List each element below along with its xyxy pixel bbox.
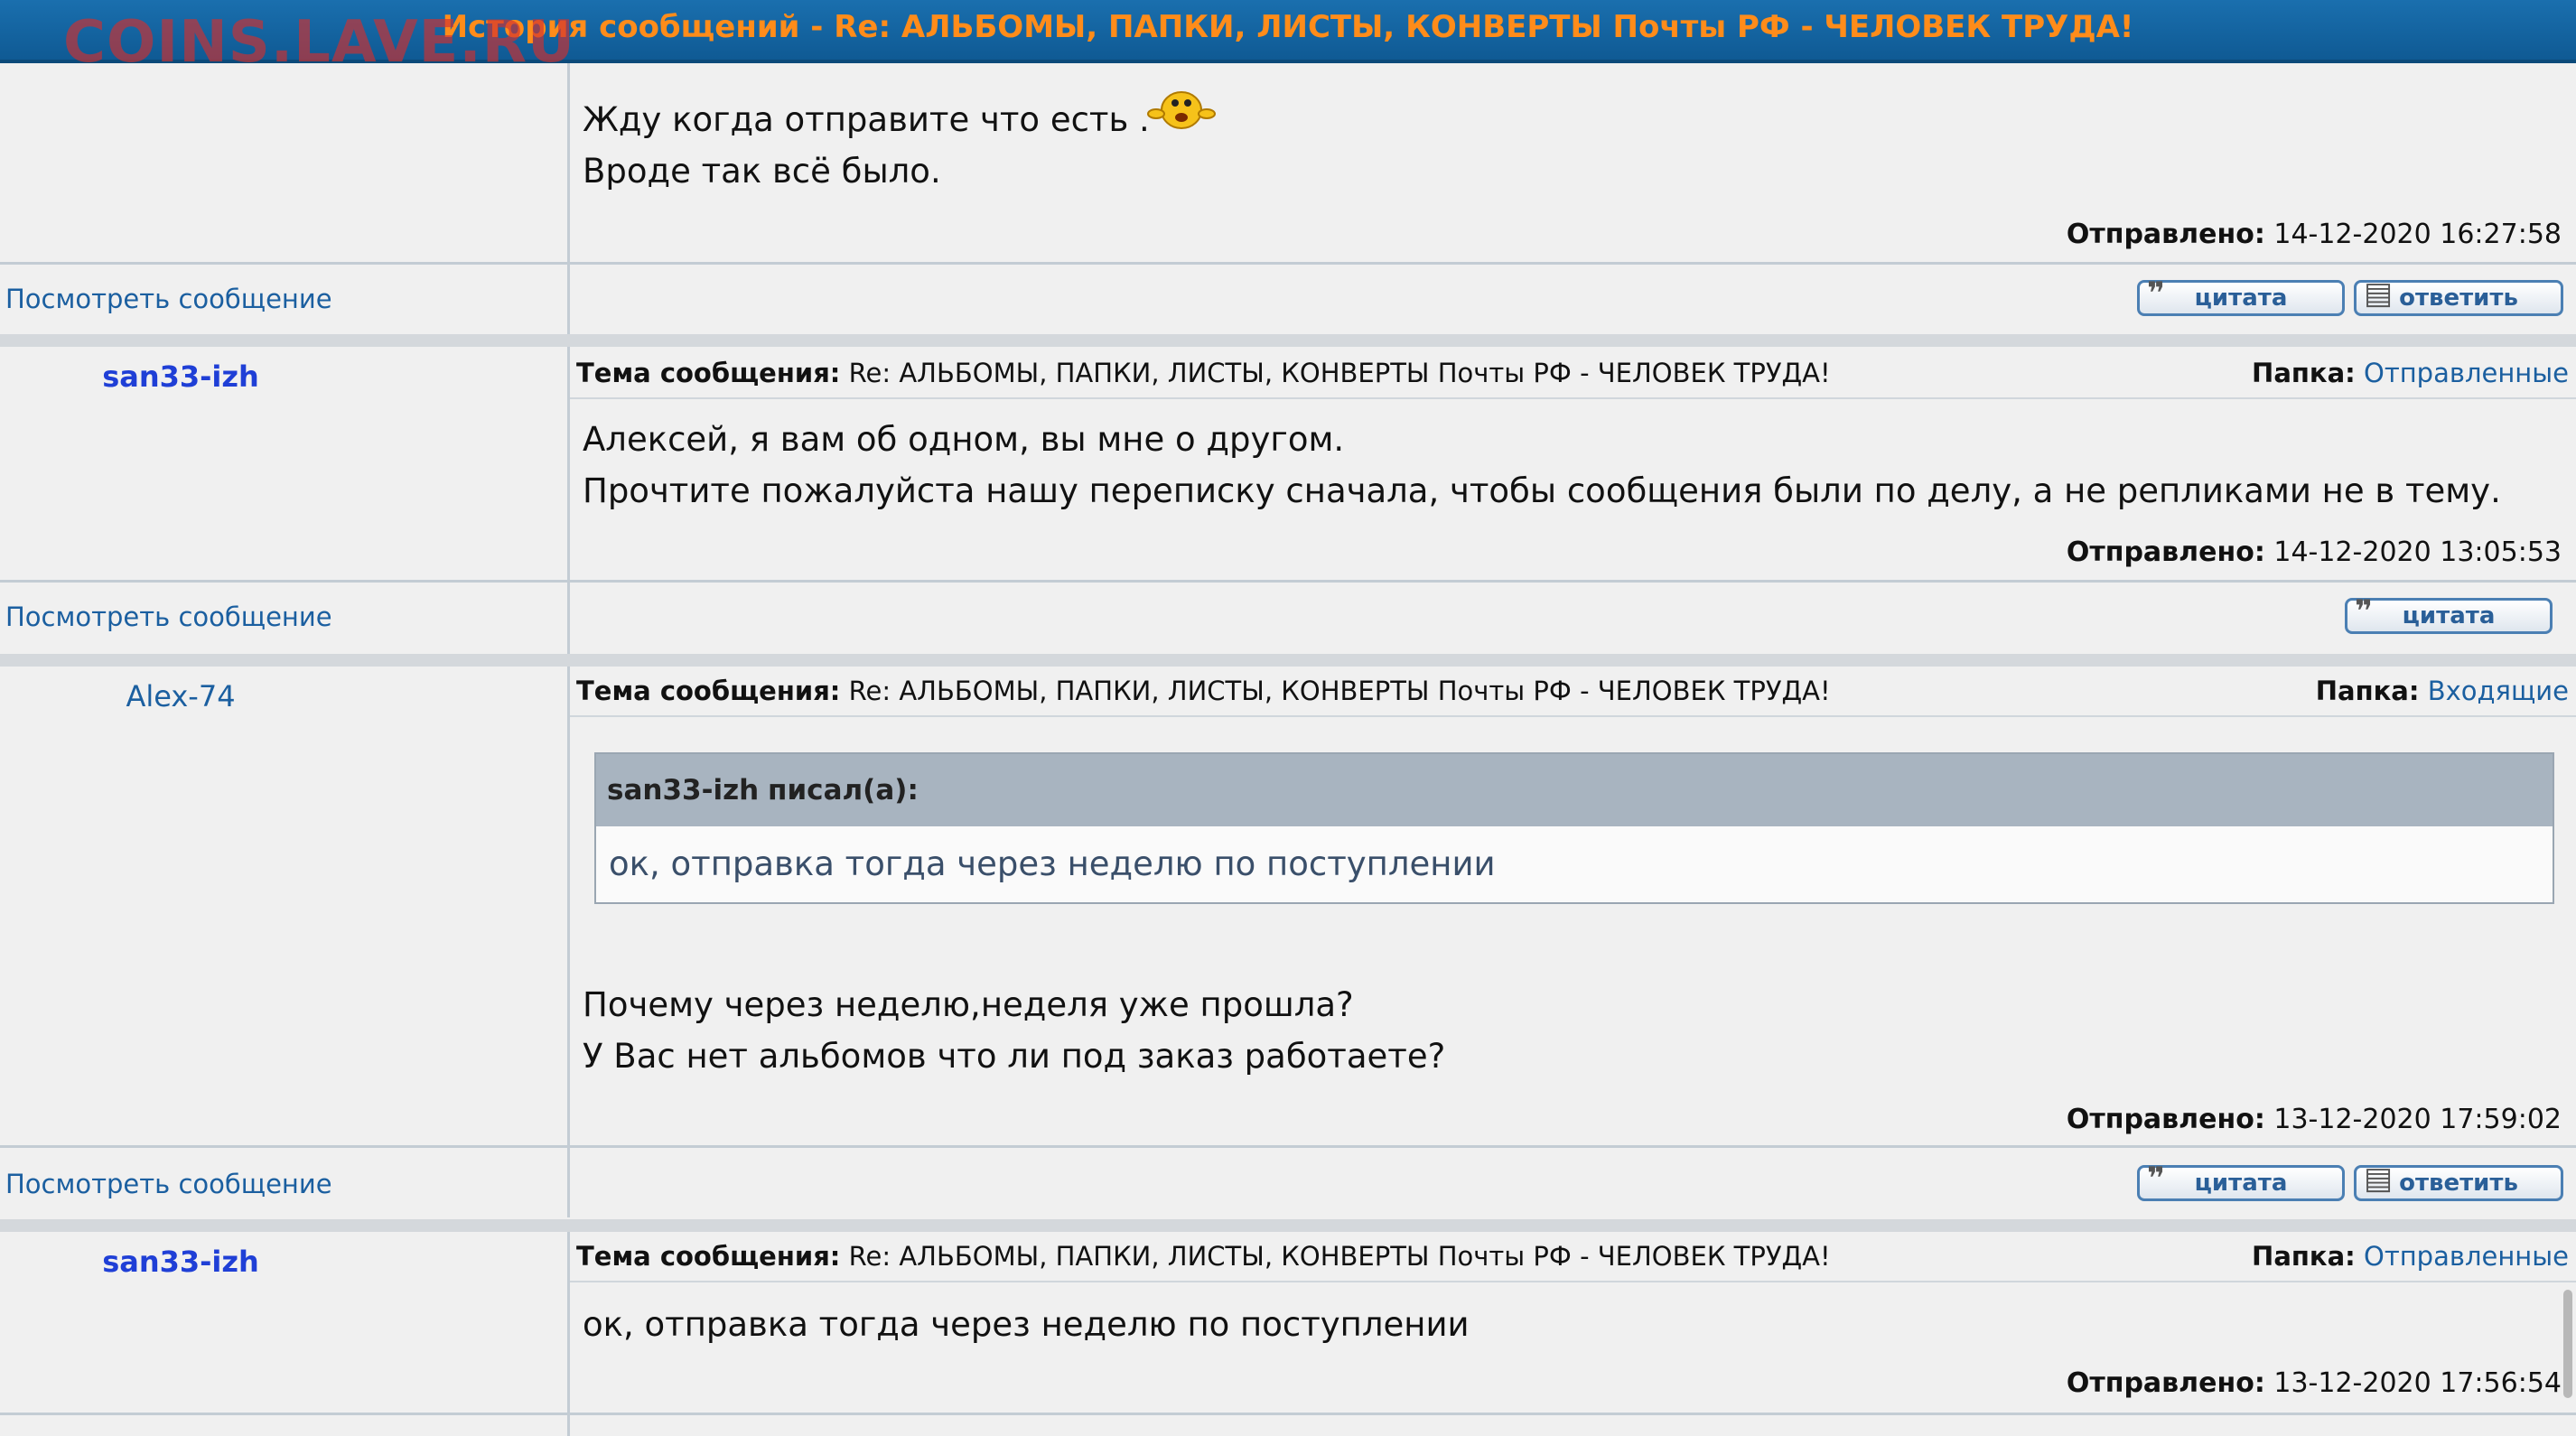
speech-bubble-icon: ❞: [2147, 275, 2165, 312]
folder-info: Папка: Отправленные: [2252, 358, 2569, 388]
view-message-link[interactable]: Посмотреть сообщение: [5, 1169, 332, 1199]
message-body: Жду когда отправите что есть . Вроде так…: [583, 94, 1150, 197]
quote-wrote-label: писал(а):: [768, 774, 919, 807]
scrollbar-thumb[interactable]: [2563, 1290, 2572, 1398]
message-body: ок, отправка тогда через неделю по посту…: [583, 1299, 1470, 1350]
sent-value: 14-12-2020 16:27:58: [2273, 219, 2562, 250]
quote-button[interactable]: ❞ цитата: [2137, 1161, 2345, 1201]
column-divider: [567, 347, 570, 654]
message-subject: Тема сообщения: Re: АЛЬБОМЫ, ПАПКИ, ЛИСТ…: [576, 358, 1831, 388]
sent-timestamp: Отправлено: 13-12-2020 17:56:54: [2067, 1367, 2562, 1399]
message-line: Прочтите пожалуйста нашу переписку снача…: [583, 471, 2501, 510]
folder-link[interactable]: Входящие: [2428, 676, 2569, 706]
reply-button[interactable]: ▤ ответить: [2354, 275, 2563, 316]
document-icon: ▤: [2364, 275, 2394, 312]
message-body: Почему через неделю,неделя уже прошла? У…: [583, 979, 1445, 1082]
message-line: Жду когда отправите что есть .: [583, 100, 1150, 139]
quote-text: ок, отправка тогда через неделю по посту…: [609, 844, 1496, 883]
reply-button[interactable]: ▤ ответить: [2354, 1161, 2563, 1201]
sent-timestamp: Отправлено: 14-12-2020 16:27:58: [2067, 219, 2562, 250]
author-cell: Alex-74: [0, 667, 567, 1145]
view-message-link[interactable]: Посмотреть сообщение: [5, 284, 332, 314]
quote-button-label: цитата: [2402, 602, 2496, 629]
row-divider: [0, 1413, 2576, 1415]
subject-label: Тема сообщения:: [576, 1241, 841, 1272]
message-body: Алексей, я вам об одном, вы мне о другом…: [583, 414, 2501, 517]
subject-divider: [570, 1281, 2576, 1282]
reply-button-label: ответить: [2399, 1170, 2518, 1197]
speech-bubble-icon: ❞: [2147, 1161, 2165, 1197]
message-separator: [0, 654, 2576, 667]
message-separator: [0, 1219, 2576, 1232]
view-message-link[interactable]: Посмотреть сообщение: [5, 601, 332, 632]
smiley-icon: [1147, 91, 1216, 129]
message-separator: [0, 334, 2576, 347]
subject-value: Re: АЛЬБОМЫ, ПАПКИ, ЛИСТЫ, КОНВЕРТЫ Почт…: [848, 1241, 1831, 1272]
message-line: У Вас нет альбомов что ли под заказ рабо…: [583, 1037, 1446, 1076]
quote-author: san33-izh: [607, 774, 760, 807]
author-cell: [0, 63, 567, 262]
message-subject: Тема сообщения: Re: АЛЬБОМЫ, ПАПКИ, ЛИСТ…: [576, 676, 1831, 706]
message-line: Почему через неделю,неделя уже прошла?: [583, 985, 1354, 1024]
sent-label: Отправлено:: [2066, 1104, 2265, 1135]
sent-timestamp: Отправлено: 13-12-2020 17:59:02: [2067, 1104, 2562, 1135]
author-name[interactable]: san33-izh: [0, 1245, 361, 1279]
folder-link[interactable]: Отправленные: [2364, 358, 2569, 388]
quote-block: san33-izh писал(а): ок, отправка тогда ч…: [594, 752, 2554, 904]
quote-button[interactable]: ❞ цитата: [2345, 593, 2553, 634]
sent-value: 13-12-2020 17:56:54: [2273, 1367, 2562, 1399]
quote-header: san33-izh писал(а):: [596, 754, 2553, 826]
row-divider: [0, 262, 2576, 265]
author-cell: san33-izh: [0, 347, 567, 582]
folder-link[interactable]: Отправленные: [2364, 1241, 2569, 1272]
quote-button-label: цитата: [2194, 1170, 2288, 1197]
reply-button-label: ответить: [2399, 284, 2518, 312]
quote-button[interactable]: ❞ цитата: [2137, 275, 2345, 316]
subject-divider: [570, 715, 2576, 717]
message-subject: Тема сообщения: Re: АЛЬБОМЫ, ПАПКИ, ЛИСТ…: [576, 1241, 1831, 1272]
folder-info: Папка: Входящие: [2316, 676, 2569, 706]
speech-bubble-icon: ❞: [2355, 593, 2373, 629]
folder-label: Папка:: [2315, 676, 2420, 706]
message-line: ок, отправка тогда через неделю по посту…: [583, 1305, 1470, 1344]
sent-label: Отправлено:: [2066, 536, 2265, 568]
folder-label: Папка:: [2252, 358, 2356, 388]
subject-label: Тема сообщения:: [576, 358, 841, 388]
author-name[interactable]: san33-izh: [0, 359, 361, 394]
document-icon: ▤: [2364, 1161, 2394, 1197]
folder-info: Папка: Отправленные: [2252, 1241, 2569, 1272]
subject-value: Re: АЛЬБОМЫ, ПАПКИ, ЛИСТЫ, КОНВЕРТЫ Почт…: [848, 358, 1831, 388]
author-cell: san33-izh: [0, 1232, 567, 1436]
sent-label: Отправлено:: [2066, 219, 2265, 250]
subject-value: Re: АЛЬБОМЫ, ПАПКИ, ЛИСТЫ, КОНВЕРТЫ Почт…: [848, 676, 1831, 706]
sent-timestamp: Отправлено: 14-12-2020 13:05:53: [2067, 536, 2562, 568]
sent-label: Отправлено:: [2066, 1367, 2265, 1399]
subject-label: Тема сообщения:: [576, 676, 841, 706]
column-divider: [567, 1232, 570, 1436]
row-divider: [0, 1145, 2576, 1148]
sent-value: 13-12-2020 17:59:02: [2273, 1104, 2562, 1135]
sent-value: 14-12-2020 13:05:53: [2273, 536, 2562, 568]
message-line: Алексей, я вам об одном, вы мне о другом…: [583, 420, 1345, 459]
column-divider: [567, 63, 570, 334]
subject-divider: [570, 397, 2576, 399]
quote-button-label: цитата: [2194, 284, 2288, 312]
message-line: Вроде так всё было.: [583, 152, 941, 191]
folder-label: Папка:: [2252, 1241, 2356, 1272]
author-name[interactable]: Alex-74: [0, 679, 361, 713]
column-divider: [567, 667, 570, 1217]
row-divider: [0, 580, 2576, 583]
